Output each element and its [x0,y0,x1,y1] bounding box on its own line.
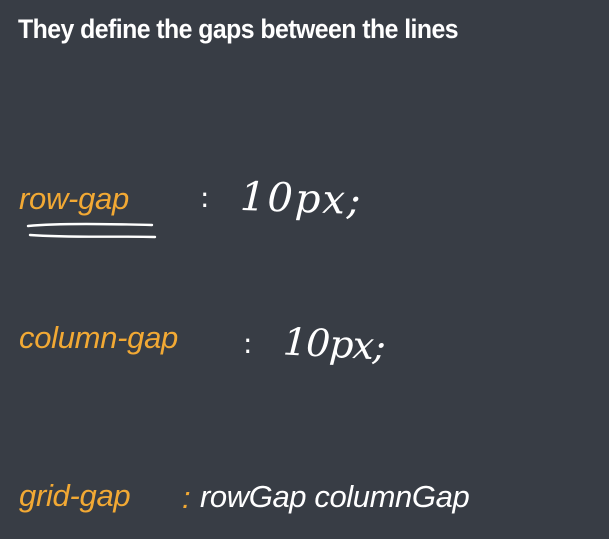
row-gap-property: row-gap [19,181,129,216]
column-gap-handwritten-value: 10px; [281,319,387,369]
row-gap-handwritten-value: 10px; [239,173,364,225]
slide-title: They define the gaps between the lines [18,14,459,44]
ink-annotations [26,222,157,239]
column-gap-property: column-gap [19,320,178,355]
grid-gap-property: grid-gap [19,478,131,513]
grid-gap-separator: : [182,480,191,515]
row-gap-underline-stroke-bottom [28,233,157,239]
slide: They define the gaps between the lines r… [0,0,609,539]
row-gap-separator: : [200,181,210,214]
row-gap-underline-stroke-top [26,222,154,228]
grid-gap-value: rowGap columnGap [200,479,470,514]
column-gap-separator: : [243,327,253,360]
